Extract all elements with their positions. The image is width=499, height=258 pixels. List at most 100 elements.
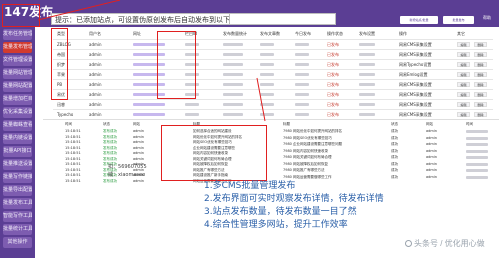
cell-status: 已发布	[327, 102, 339, 107]
table-row[interactable]: 帝国 admin 已发布 网易CMS采集设置 编辑 删除	[53, 49, 493, 59]
cell-stats	[223, 103, 243, 106]
pending-title: 7980 网站SEO优化有哪些技巧	[283, 135, 332, 140]
cell-cms: 网易CMS采集设置	[399, 42, 432, 47]
cell-settings	[359, 53, 375, 56]
pending-site: admin	[426, 142, 437, 146]
batch-publish-button[interactable]: 批量发布	[443, 16, 474, 24]
table-row[interactable]: PB admin 已发布 网易CMS采集设置 编辑 删除	[53, 79, 493, 89]
sidebar-item-api[interactable]: 批量API接口	[3, 146, 32, 157]
col-user: 用户名	[89, 31, 101, 36]
pending-row[interactable]: 7980 网站被降权后如何恢复 成功 admin	[281, 162, 499, 168]
cell-cms: 网易CMS采集设置	[399, 82, 432, 87]
delete-button[interactable]: 删除	[474, 62, 487, 67]
cell-cms: 网易CMS采集设置	[399, 102, 432, 107]
pending-row[interactable]: 7980 网站关键词如何布局合理 成功 admin	[281, 155, 499, 161]
log-time: 15:18:51	[65, 167, 81, 172]
table-row[interactable]: 迅睿 admin 已发布 网易CMS采集设置 编辑 删除	[53, 99, 493, 109]
delete-button[interactable]: 删除	[474, 52, 487, 57]
pending-row[interactable]: 7980 企业网站建设需要注意哪些问题 成功 admin	[281, 142, 499, 148]
cell-column-id	[185, 103, 199, 106]
col-stats: 发布数量统计	[223, 31, 247, 36]
sidebar-item-other[interactable]: 其他操作	[3, 237, 32, 248]
delete-button[interactable]: 删除	[474, 72, 487, 77]
table-row[interactable]: Typecho admin 已发布 网易CMS采集设置 编辑 删除	[53, 109, 493, 119]
cell-count	[260, 93, 274, 96]
watermark-logo-icon	[405, 240, 412, 247]
edit-button[interactable]: 编辑	[457, 92, 470, 97]
cell-count	[260, 53, 274, 56]
sidebar-item-smart-write[interactable]: 智能写作工具	[3, 211, 32, 222]
pending-time	[466, 130, 488, 133]
cell-settings	[359, 73, 375, 76]
add-site-button[interactable]: 新增站点/批量	[400, 16, 438, 24]
sidebar-item-export[interactable]: 批量导出配置	[3, 185, 32, 196]
delete-button[interactable]: 删除	[474, 92, 487, 97]
pending-site: admin	[426, 168, 437, 172]
sidebar-item-internal-links[interactable]: 批量内链设置	[3, 133, 32, 144]
sidebar-item-batch-publish[interactable]: 批量发布管理	[3, 42, 32, 53]
pending-header: 标题 状态 网站 时间	[281, 122, 499, 128]
search-input[interactable]	[229, 13, 336, 25]
app-window: 147发布 v5.2.1 提示：已添加站点，可设置伪原创发布后自动发布到以下站点…	[0, 0, 499, 258]
delete-button[interactable]: 删除	[474, 102, 487, 107]
sidebar-item-file-settings[interactable]: 文件管理设置	[3, 55, 32, 66]
delete-button[interactable]: 删除	[474, 82, 487, 87]
sidebar-item-collect[interactable]: 优化采集设置	[3, 107, 32, 118]
col-time: 时间	[65, 122, 72, 126]
contact-value-2: xiaomaseo	[118, 172, 146, 178]
sidebar-item-tools[interactable]: 批量发布工具	[3, 198, 32, 209]
cell-user: admin	[89, 72, 102, 77]
sidebar: 发布任务管理 批量发布管理 文件管理设置 批量网站管理 批量网站配置 批量增加栏…	[0, 27, 35, 258]
cell-status: 已发布	[327, 112, 339, 117]
table-row[interactable]: 苹果 admin 已发布 网易Emlog设置 编辑 删除	[53, 69, 493, 79]
edit-button[interactable]: 编辑	[457, 72, 470, 77]
edit-button[interactable]: 编辑	[457, 102, 470, 107]
pending-row[interactable]: 7980 网站SEO优化有哪些技巧 成功 admin	[281, 136, 499, 142]
pending-row[interactable]: 7980 网站推广有哪些方法 成功 admin	[281, 168, 499, 174]
pending-status: 成功	[391, 129, 398, 133]
pending-row[interactable]: 7980 网站内容如何快速收录 成功 admin	[281, 149, 499, 155]
table-row[interactable]: 织梦 admin 已发布 网易Typecho设置 编辑 删除	[53, 59, 493, 69]
cell-today	[295, 43, 309, 46]
feature-item: 4.综合性管理多网站，提升工作效率	[204, 220, 348, 230]
sidebar-item-add-column[interactable]: 批量增加栏目	[3, 94, 32, 105]
cell-stats	[223, 63, 243, 66]
sidebar-item-push[interactable]: 批量推送设置	[3, 159, 32, 170]
table-row[interactable]: 易优 admin 已发布 网易CMS采集设置 编辑 删除	[53, 89, 493, 99]
site-table: 类型 用户名 网址 栏目ID 发布数量统计 发布文章数 今日发布 操作状态 发布…	[53, 29, 493, 119]
sidebar-item-site-manage[interactable]: 批量网站管理	[3, 68, 32, 79]
col-url: 网址	[133, 31, 141, 36]
edit-button[interactable]: 编辑	[457, 82, 470, 87]
edit-button[interactable]: 编辑	[457, 112, 470, 117]
sidebar-item-publish-tasks[interactable]: 发布任务管理	[3, 29, 32, 40]
log-time: 15:18:51	[65, 140, 81, 144]
table-row[interactable]: ZBLOG admin 已发布 网易CMS采集设置 编辑 删除	[53, 39, 493, 49]
pending-status: 成功	[391, 148, 398, 153]
pending-site: admin	[426, 135, 437, 140]
sidebar-item-site-config[interactable]: 批量网站配置	[3, 81, 32, 92]
delete-button[interactable]: 删除	[474, 42, 487, 47]
cell-user: admin	[89, 92, 102, 97]
cell-today	[295, 103, 309, 106]
cell-count	[260, 113, 274, 116]
sidebar-item-stats[interactable]: 批量统计工具	[3, 224, 32, 235]
log-site: admin	[133, 151, 144, 155]
sidebar-item-spider[interactable]: 批量蜘蛛查看	[3, 120, 32, 131]
cell-stats	[223, 93, 243, 96]
cell-user: admin	[89, 52, 102, 57]
cell-stats	[223, 73, 243, 76]
cell-cms: 网易CMS采集设置	[399, 112, 432, 117]
edit-button[interactable]: 编辑	[457, 62, 470, 67]
sidebar-item-write-links[interactable]: 批量写作链接	[3, 172, 32, 183]
log-site: admin	[133, 140, 144, 144]
cell-user: admin	[89, 82, 102, 87]
cell-status: 已发布	[327, 42, 339, 47]
delete-button[interactable]: 删除	[474, 112, 487, 117]
help-link[interactable]: 帮助	[478, 15, 496, 21]
col-article-count: 发布文章数	[260, 31, 280, 36]
edit-button[interactable]: 编辑	[457, 52, 470, 57]
pending-time	[466, 149, 488, 153]
pending-row[interactable]: 7980 网站优化中如何提升网站的排名 成功 admin	[281, 129, 499, 135]
log-time: 15:18:51	[65, 151, 81, 155]
edit-button[interactable]: 编辑	[457, 42, 470, 47]
